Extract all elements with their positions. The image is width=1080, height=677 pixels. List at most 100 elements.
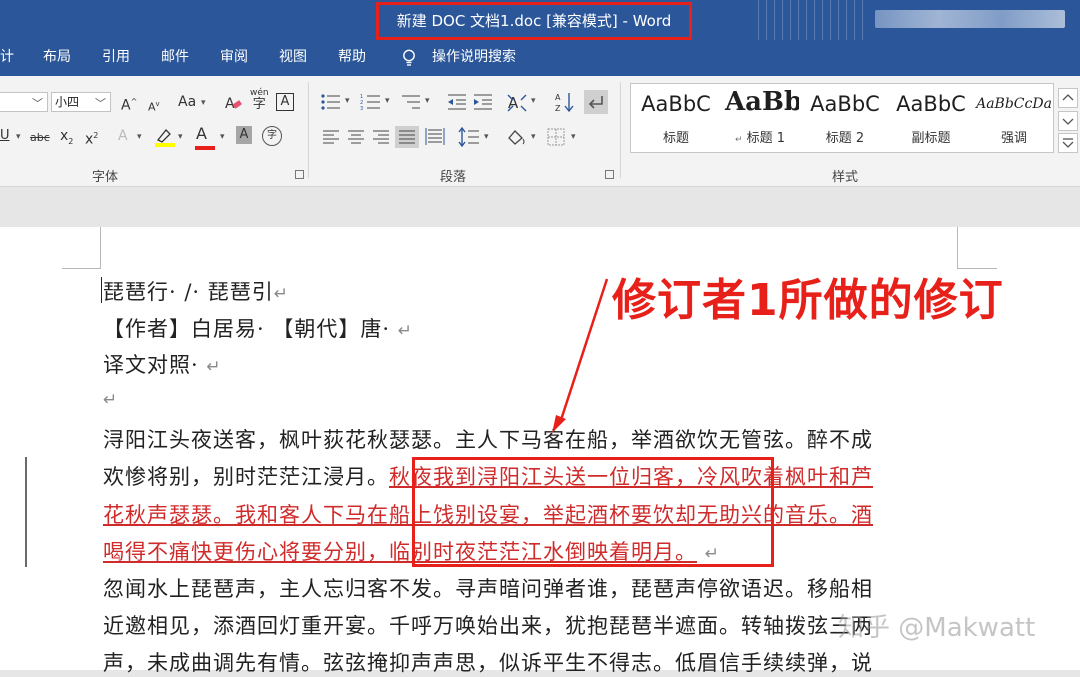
- shading-icon[interactable]: [505, 127, 527, 149]
- sort-icon[interactable]: AZ: [555, 91, 575, 113]
- styles-scroll-down-button[interactable]: [1058, 111, 1078, 131]
- borders-icon[interactable]: [547, 128, 565, 146]
- style-heading-1-name: ↵ 标题 1: [721, 127, 799, 146]
- style-title[interactable]: AaBbC 标题: [635, 84, 717, 152]
- enclose-character-icon[interactable]: 字: [262, 126, 282, 146]
- style-heading-2-preview: AaBbC: [810, 92, 880, 116]
- style-emphasis-name: 强调: [1000, 131, 1027, 146]
- style-title-name: 标题: [662, 131, 689, 146]
- decrease-indent-icon[interactable]: [447, 93, 467, 111]
- style-subtitle[interactable]: AaBbC 副标题: [889, 84, 973, 152]
- tab-design[interactable]: 计: [0, 40, 14, 74]
- line-text: 译文对照·: [103, 353, 207, 377]
- paragraph-dialog-launcher[interactable]: [605, 170, 614, 179]
- dropdown-arrow-icon[interactable]: ▾: [531, 132, 536, 142]
- dropdown-arrow-icon[interactable]: ▾: [345, 96, 350, 106]
- style-heading-2-name: 标题 2: [825, 131, 865, 146]
- lightbulb-icon: [403, 49, 415, 66]
- subscript-icon[interactable]: x2: [60, 126, 73, 152]
- show-formatting-marks-button[interactable]: [584, 90, 608, 114]
- revision-change-bar: [25, 457, 27, 567]
- strikethrough-icon[interactable]: abc: [30, 128, 50, 148]
- phonetic-guide-icon[interactable]: wén 字: [250, 88, 269, 112]
- dropdown-arrow-icon[interactable]: ▾: [571, 132, 576, 142]
- tell-me-search[interactable]: 操作说明搜索: [432, 40, 516, 74]
- document-page[interactable]: 琵琶行· /· 琵琶引↵ 【作者】白居易· 【朝代】唐· ↵ 译文对照· ↵ ↵…: [0, 227, 1080, 675]
- numbering-icon[interactable]: 123: [360, 93, 382, 111]
- align-center-icon[interactable]: [347, 129, 365, 145]
- font-color-icon[interactable]: A: [196, 124, 207, 144]
- font-size-value: 小四: [55, 95, 80, 109]
- character-border-icon[interactable]: A: [276, 93, 294, 111]
- chinese-layout-icon[interactable]: A: [506, 92, 528, 112]
- tab-layout[interactable]: 布局: [43, 40, 71, 74]
- svg-text:3: 3: [360, 106, 363, 111]
- dropdown-arrow-icon[interactable]: ▾: [178, 132, 183, 142]
- justify-button[interactable]: [395, 126, 419, 148]
- doc-line: 琵琶行· /· 琵琶引↵: [103, 276, 289, 306]
- multilevel-list-icon[interactable]: [400, 93, 422, 111]
- superscript-icon[interactable]: x2: [85, 126, 98, 150]
- line-spacing-icon[interactable]: [458, 127, 480, 147]
- style-subtitle-name: 副标题: [911, 131, 951, 146]
- styles-gallery: AaBbC 标题 AaBb ↵ 标题 1 AaBbC 标题 2 AaBbC 副标…: [630, 83, 1054, 153]
- dropdown-arrow-icon[interactable]: ▾: [484, 132, 489, 142]
- ribbon-gap: [0, 187, 1080, 227]
- styles-scroll-up-button[interactable]: [1058, 88, 1078, 108]
- character-shading-icon[interactable]: A: [236, 126, 252, 144]
- chevron-up-icon: [1062, 94, 1074, 101]
- style-emphasis-preview: AaBbCcDa: [976, 96, 1052, 112]
- svg-text:A: A: [555, 93, 561, 102]
- watermark: 知乎 @Makwatt: [838, 613, 1036, 643]
- dropdown-arrow-icon[interactable]: ▾: [137, 132, 142, 142]
- clear-formatting-icon[interactable]: A: [224, 94, 242, 112]
- styles-more-button[interactable]: [1058, 133, 1078, 153]
- annotation-label: 修订者1所做的修订: [612, 275, 1004, 326]
- style-emphasis[interactable]: AaBbCcDa 强调: [975, 84, 1053, 152]
- chevron-down-icon[interactable]: ﹀: [95, 95, 106, 111]
- character-border-label: A: [280, 94, 290, 109]
- dropdown-arrow-icon[interactable]: ▾: [16, 132, 21, 142]
- align-right-icon[interactable]: [372, 129, 390, 145]
- tab-review[interactable]: 审阅: [220, 40, 248, 74]
- grow-font-icon[interactable]: A^: [121, 92, 137, 116]
- dropdown-arrow-icon[interactable]: ▾: [385, 96, 390, 106]
- revision-highlight-box: [412, 457, 774, 567]
- align-left-icon[interactable]: [322, 129, 340, 145]
- strikethrough-label: abc: [30, 131, 50, 144]
- highlighter-icon[interactable]: [154, 126, 176, 148]
- doc-line: ↵: [103, 386, 118, 410]
- dropdown-arrow-icon[interactable]: ▾: [220, 132, 225, 142]
- tab-view[interactable]: 视图: [279, 40, 307, 74]
- font-dialog-launcher[interactable]: [295, 170, 304, 179]
- style-heading-1[interactable]: AaBb ↵ 标题 1: [721, 84, 799, 152]
- doc-line: 忽闻水上琵琶声，主人忘归客不发。寻声暗问弹者谁，琵琶声停欲语迟。移船相: [103, 573, 873, 603]
- style-subtitle-preview: AaBbC: [896, 92, 966, 116]
- change-case-icon[interactable]: Aa: [178, 92, 196, 112]
- underline-icon[interactable]: U: [0, 126, 10, 146]
- expand-gallery-icon: [1062, 138, 1074, 148]
- bullets-icon[interactable]: [320, 93, 342, 111]
- line-text: 忽闻水上琵琶声，主人忘归客不发。寻声暗问弹者谁，琵琶声停欲语迟。移船相: [103, 577, 873, 601]
- increase-indent-icon[interactable]: [473, 93, 493, 111]
- tab-mailings[interactable]: 邮件: [161, 40, 189, 74]
- line-text: 【作者】白居易· 【朝代】唐·: [103, 317, 398, 341]
- paragraph-group-label: 段落: [440, 170, 467, 185]
- line-text: 近邀相见，添酒回灯重开宴。千呼万唤始出来，犹抱琵琶半遮面。转轴拨弦三两: [103, 614, 873, 638]
- text-cursor: [101, 277, 102, 303]
- chevron-down-icon[interactable]: ﹀: [32, 95, 43, 111]
- dropdown-arrow-icon[interactable]: ▾: [531, 96, 536, 106]
- distributed-align-icon[interactable]: [425, 128, 445, 146]
- text-effects-icon[interactable]: A: [118, 126, 128, 146]
- font-color-swatch: [195, 146, 215, 150]
- style-heading-2[interactable]: AaBbC 标题 2: [803, 84, 887, 152]
- dropdown-arrow-icon[interactable]: ▾: [201, 98, 206, 108]
- font-color-label: A: [196, 124, 207, 143]
- tab-help[interactable]: 帮助: [338, 40, 366, 74]
- tab-references[interactable]: 引用: [102, 40, 130, 74]
- doc-line: 声，未成曲调先有情。弦弦掩抑声声思，似诉平生不得志。低眉信手续续弹，说: [103, 647, 873, 677]
- chevron-down-icon: [1062, 118, 1074, 125]
- character-shading-label: A: [239, 127, 249, 142]
- shrink-font-icon[interactable]: Av: [148, 94, 160, 118]
- dropdown-arrow-icon[interactable]: ▾: [425, 96, 430, 106]
